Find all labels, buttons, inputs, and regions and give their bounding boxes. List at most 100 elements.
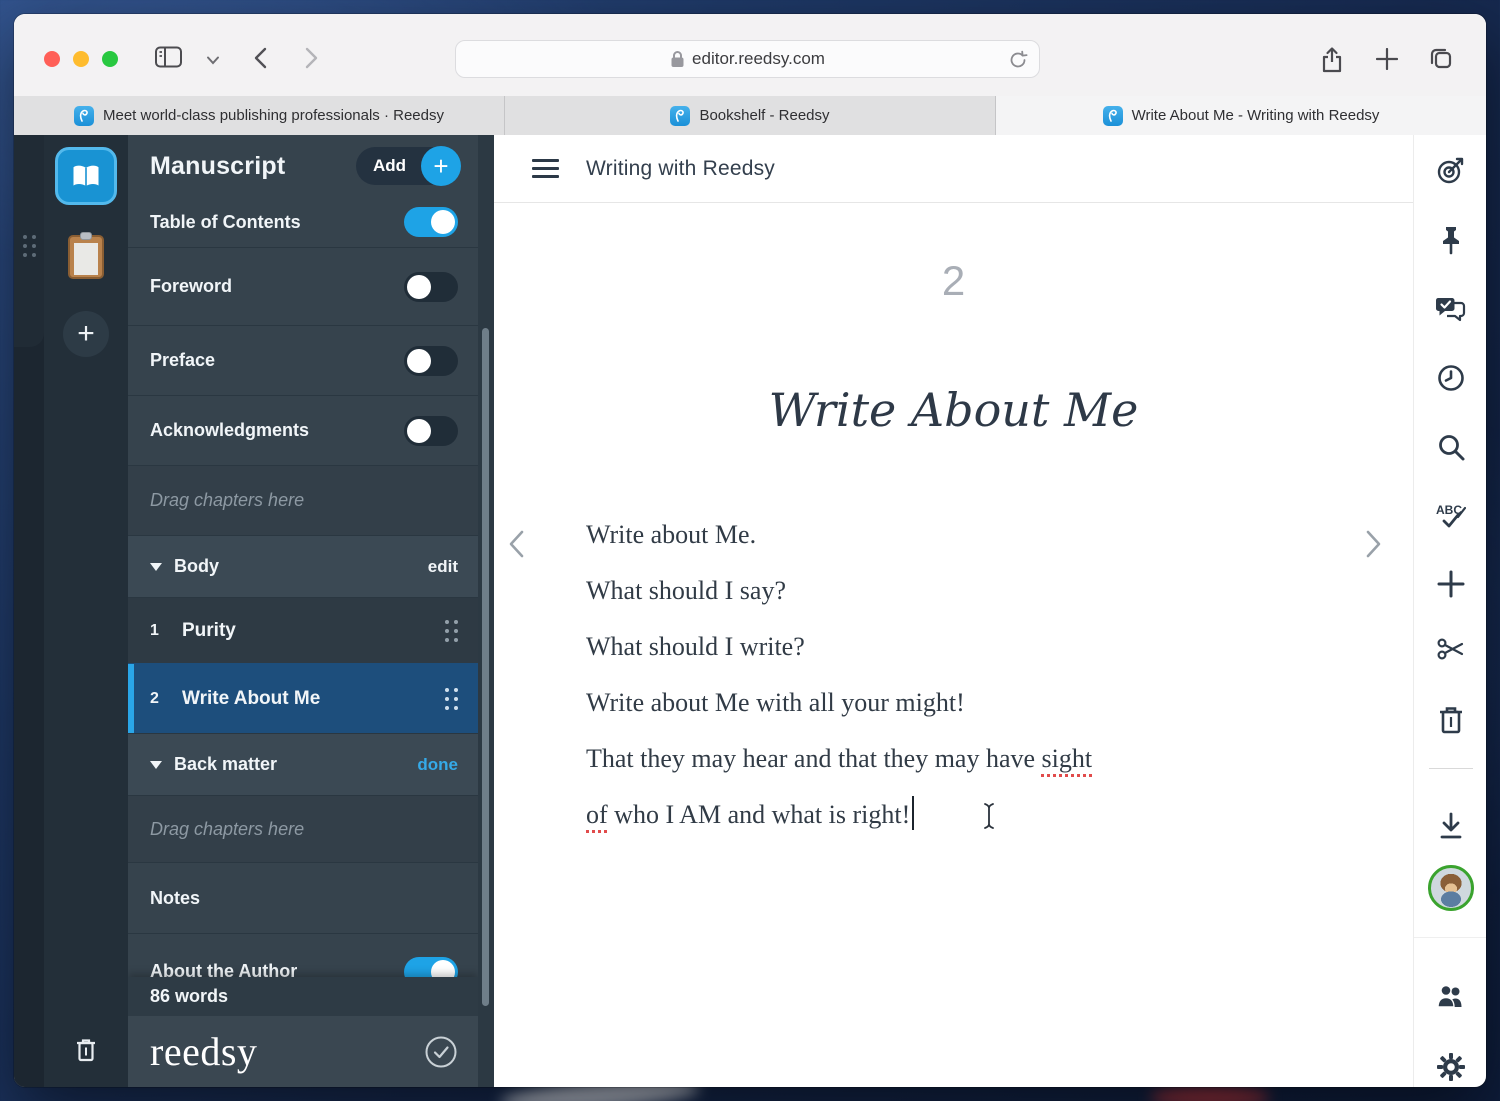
edit-link[interactable]: edit (428, 557, 458, 577)
share-icon[interactable] (1320, 46, 1344, 74)
tab-overview-icon[interactable] (1428, 47, 1454, 71)
lock-icon (671, 51, 684, 67)
minimize-window-button[interactable] (73, 51, 89, 67)
window-controls (44, 51, 118, 67)
chapter-row-write-about-me[interactable]: 2 Write About Me (128, 663, 478, 733)
pin-icon[interactable] (1436, 225, 1466, 255)
tab-label: Write About Me - Writing with Reedsy (1131, 107, 1380, 124)
address-bar[interactable]: editor.reedsy.com (455, 40, 1040, 78)
acknowledgments-toggle[interactable] (404, 415, 458, 446)
clipboard-icon (74, 243, 98, 275)
notes-row[interactable]: Notes (128, 862, 478, 933)
drag-chapters-dropzone[interactable]: Drag chapters here (128, 465, 478, 535)
preface-toggle[interactable] (404, 345, 458, 376)
sidebar-toggle-icon[interactable] (154, 46, 184, 68)
foreword-toggle[interactable] (404, 271, 458, 302)
toolbar-section-border (1414, 937, 1486, 938)
tab-write-about-me[interactable]: Write About Me - Writing with Reedsy (996, 96, 1486, 135)
text-cursor (912, 796, 915, 830)
reedsy-footer: reedsy (128, 1016, 478, 1087)
toc-row: Table of Contents (128, 197, 478, 247)
back-icon[interactable] (252, 46, 270, 70)
misspelled-word[interactable]: of (586, 800, 608, 829)
search-icon[interactable] (1436, 432, 1466, 462)
url-text: editor.reedsy.com (692, 49, 825, 68)
writing-goal-icon[interactable] (1436, 156, 1466, 186)
menu-icon[interactable] (532, 159, 559, 178)
collapse-triangle-icon[interactable] (150, 562, 162, 571)
tab-bookshelf[interactable]: Bookshelf - Reedsy (505, 96, 996, 135)
drag-handle[interactable] (445, 687, 458, 710)
drag-handle[interactable] (23, 235, 36, 257)
add-board-button[interactable]: + (63, 311, 109, 357)
reedsy-favicon (74, 105, 94, 126)
drag-handle[interactable] (445, 619, 458, 642)
chapter-row-purity[interactable]: 1 Purity (128, 597, 478, 663)
misspelled-word[interactable]: sight (1042, 744, 1093, 773)
left-icon-rail: + (44, 135, 128, 1087)
reedsy-favicon (670, 105, 691, 126)
word-count-bar: 86 words (128, 977, 478, 1016)
collaborators-icon[interactable] (1436, 982, 1466, 1012)
collapse-triangle-icon[interactable] (150, 760, 162, 769)
browser-window: editor.reedsy.com Meet world-class publi… (14, 14, 1486, 1087)
text-line[interactable]: of who I AM and what is right! (586, 787, 1366, 843)
notes-board-button[interactable] (68, 232, 104, 279)
text-line[interactable]: Write about Me with all your might! (586, 675, 1366, 731)
prev-chapter-button[interactable] (507, 529, 525, 559)
foreword-row[interactable]: Foreword (128, 247, 478, 325)
history-icon[interactable] (1436, 363, 1466, 393)
chapter-text[interactable]: Write about Me. What should I say? What … (586, 507, 1366, 843)
panel-title: Manuscript (150, 151, 286, 180)
preface-row[interactable]: Preface (128, 325, 478, 395)
comments-icon[interactable] (1436, 294, 1466, 324)
reload-icon[interactable] (1008, 50, 1028, 70)
tab-publishing-professionals[interactable]: Meet world-class publishing professional… (14, 96, 505, 135)
done-link[interactable]: done (417, 755, 458, 775)
new-tab-icon[interactable] (1376, 48, 1398, 70)
plus-icon: + (421, 146, 461, 186)
next-chapter-button[interactable] (1365, 529, 1383, 559)
tab-label: Meet world-class publishing professional… (103, 107, 444, 124)
browser-toolbar: editor.reedsy.com (14, 14, 1486, 96)
add-element-icon[interactable] (1436, 569, 1466, 599)
open-book-icon (73, 165, 99, 186)
drag-chapters-dropzone[interactable]: Drag chapters here (128, 795, 478, 862)
scrollbar-thumb[interactable] (482, 328, 489, 1006)
toolbar-divider (1429, 768, 1473, 769)
text-line[interactable]: That they may hear and that they may hav… (586, 731, 1366, 787)
text-line[interactable]: Write about Me. (586, 507, 1366, 563)
collapsed-panel-edge (14, 135, 44, 1087)
acknowledgments-row[interactable]: Acknowledgments (128, 395, 478, 465)
saved-check-icon (425, 1036, 457, 1067)
chevron-down-icon[interactable] (206, 56, 220, 65)
tab-label: Bookshelf - Reedsy (699, 107, 830, 124)
back-matter-section-row[interactable]: Back matter done (128, 733, 478, 795)
export-icon[interactable] (1436, 811, 1466, 841)
book-title: Writing with Reedsy (586, 156, 775, 180)
zoom-window-button[interactable] (102, 51, 118, 67)
spellcheck-icon[interactable]: ABC (1436, 501, 1466, 531)
reedsy-favicon (1102, 105, 1123, 126)
text-line[interactable]: What should I say? (586, 563, 1366, 619)
add-chapter-button[interactable]: Add + (355, 146, 461, 186)
editor-toolbar: ABC (1413, 135, 1486, 1087)
chapter-number: 2 (941, 257, 966, 304)
reedsy-logo: reedsy (150, 1029, 258, 1074)
avatar[interactable] (1428, 865, 1474, 911)
panel-scrollbar[interactable] (478, 135, 494, 1087)
trash-icon[interactable] (74, 1037, 98, 1063)
editor-pane[interactable]: Writing with Reedsy 2 Write About Me Wri… (494, 135, 1413, 1087)
manuscript-tab-button[interactable] (55, 147, 117, 205)
toc-toggle[interactable] (404, 207, 458, 237)
settings-icon[interactable] (1436, 1052, 1466, 1082)
chapter-title: Write About Me (768, 383, 1139, 437)
body-section-row[interactable]: Body edit (128, 535, 478, 597)
close-window-button[interactable] (44, 51, 60, 67)
text-line[interactable]: What should I write? (586, 619, 1366, 675)
tab-bar: Meet world-class publishing professional… (14, 96, 1486, 135)
forward-icon[interactable] (302, 46, 320, 70)
ibeam-pointer (984, 803, 994, 829)
cut-icon[interactable] (1436, 635, 1466, 665)
delete-icon[interactable] (1436, 705, 1466, 735)
